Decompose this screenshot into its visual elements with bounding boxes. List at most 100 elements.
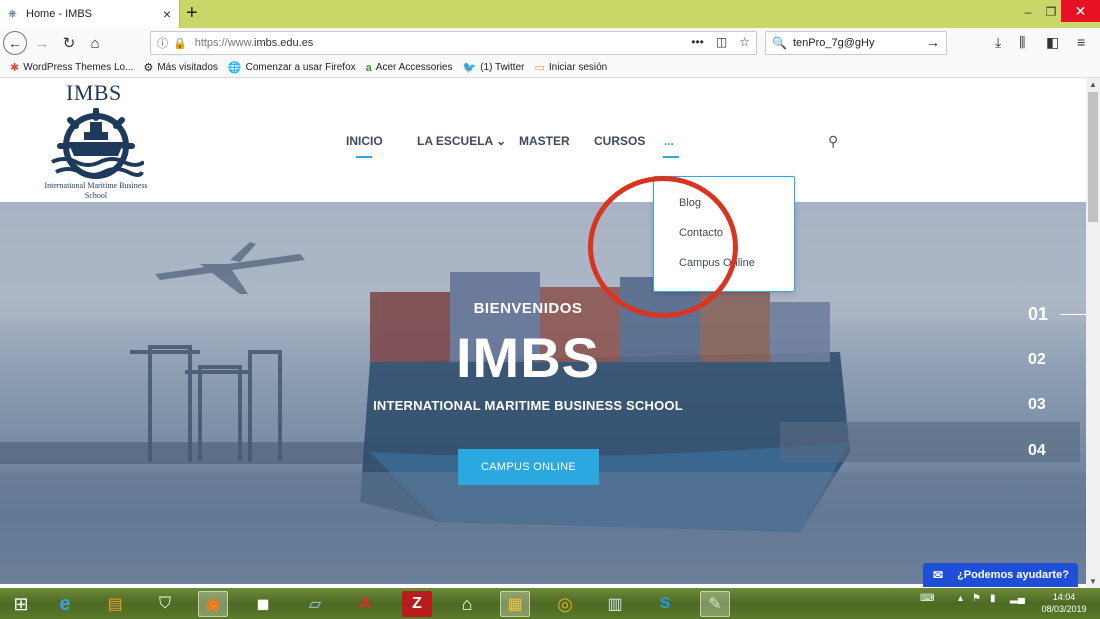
home-app-icon[interactable]: ⌂ [452, 591, 482, 617]
menu-inicio[interactable]: INICIO [346, 134, 383, 148]
info-icon[interactable]: ⓘ [157, 35, 168, 51]
chat-label: ¿Podemos ayudarte? [957, 569, 1069, 581]
windows-start-icon[interactable]: ⊞ [6, 591, 36, 617]
address-bar[interactable]: ⓘ 🔒 https://www.imbs.edu.es ••• ◫ ☆ [150, 31, 757, 55]
library-icon[interactable]: ⫼ [1019, 34, 1025, 51]
close-window-button[interactable]: ✕ [1061, 0, 1100, 22]
search-go-icon[interactable]: → [926, 34, 940, 50]
tray-expand-icon[interactable]: ▴ [958, 593, 963, 604]
hero-subtitle: INTERNATIONAL MARITIME BUSINESS SCHOOL [373, 398, 683, 413]
bookmarks-bar: ✱ WordPress Themes Lo... ⚙ Más visitados 🌐… [0, 58, 1100, 78]
globe-icon: 🌐 [227, 62, 242, 74]
tab-close-icon[interactable]: × [163, 6, 171, 22]
bookmark-twitter[interactable]: 🐦 (1) Twitter [462, 61, 524, 74]
site-logo-text[interactable]: IMBS [66, 80, 122, 106]
keyboard-icon[interactable]: ⌨ [920, 593, 934, 604]
browser-tab[interactable]: ⎈ Home - IMBS × [0, 0, 180, 28]
clock-date: 08/03/2019 [1041, 604, 1087, 614]
slide-indicator-2[interactable]: 02 [1028, 351, 1046, 369]
sidebar-icon[interactable]: ◧ [1046, 34, 1059, 51]
hero-slider: BIENVENIDOS IMBS INTERNATIONAL MARITIME … [0, 202, 1086, 584]
menu-icon[interactable]: ≡ [1077, 34, 1085, 50]
dropdown-item-contacto[interactable]: Contacto [679, 227, 723, 239]
dropdown-item-blog[interactable]: Blog [679, 197, 701, 209]
home-icon[interactable]: ⌂ [84, 32, 106, 54]
bookmark-firefox[interactable]: 🌐 Comenzar a usar Firefox [228, 61, 356, 74]
bookmark-mas-visitados[interactable]: ⚙ Más visitados [143, 61, 217, 74]
shield-icon[interactable]: ⛉ [150, 591, 180, 617]
slide-indicator-1[interactable]: 01 [1028, 304, 1048, 325]
menu-la-escuela[interactable]: LA ESCUELA ⌄ [417, 134, 506, 148]
chevron-down-icon: ⌄ [496, 134, 507, 148]
pocket-icon[interactable]: ◫ [716, 35, 727, 49]
windows-taskbar: ⊞ e ▤ ⛉ ◉ ◼ ▱ A Z ⌂ ▦ ◎ ▥ S ✎ ⌨ ▴ ⚑ ▮ ▂▄ [0, 588, 1100, 619]
camera-icon[interactable]: ◼ [248, 591, 278, 617]
twitter-icon: 🐦 [462, 62, 477, 74]
slide-indicator-4[interactable]: 04 [1028, 442, 1046, 460]
navigation-toolbar: ← → ↻ ⌂ ⓘ 🔒 https://www.imbs.edu.es ••• … [0, 28, 1100, 58]
acer-icon: a [365, 61, 372, 74]
menu-more[interactable]: ... [662, 134, 680, 158]
flag-icon[interactable]: ⚑ [972, 593, 981, 604]
bookmark-wordpress[interactable]: ✱ WordPress Themes Lo... [10, 61, 133, 74]
vertical-scrollbar[interactable]: ▲ ▼ [1086, 78, 1100, 588]
firefox-icon[interactable]: ◉ [198, 591, 228, 617]
site-logo-subtitle: International Maritime Business School [44, 181, 148, 200]
page-actions-icon[interactable]: ••• [691, 35, 704, 49]
skype-icon[interactable]: S [650, 591, 680, 617]
dropdown-item-campus-online[interactable]: Campus Online [679, 257, 755, 269]
search-icon: 🔍 [772, 36, 787, 50]
scrollbar-thumb[interactable] [1088, 92, 1098, 222]
chat-widget-button[interactable]: ✉ ¿Podemos ayudarte? [923, 563, 1078, 587]
chrome-icon[interactable]: ◎ [550, 591, 580, 617]
site-favicon-icon: ⎈ [8, 8, 17, 20]
menu-la-escuela-label: LA ESCUELA [417, 134, 493, 148]
calculator-icon[interactable]: ▥ [600, 591, 630, 617]
gear-icon: ⚙ [143, 62, 154, 74]
pen-app-icon[interactable]: ✎ [700, 591, 730, 617]
reload-icon[interactable]: ↻ [58, 32, 80, 54]
search-input[interactable]: 🔍 tenPro_7g@gHy → [765, 31, 947, 55]
hero-overlay [0, 202, 1086, 584]
campus-online-button[interactable]: CAMPUS ONLINE [458, 449, 599, 485]
slide-active-line [1060, 314, 1086, 315]
battery-icon[interactable]: ▮ [990, 593, 996, 604]
internet-explorer-icon[interactable]: e [50, 591, 80, 617]
bookmark-acer[interactable]: a Acer Accessories [366, 62, 453, 74]
hero-welcome: BIENVENIDOS [473, 300, 583, 317]
tab-strip: ⎈ Home - IMBS × + ‒ ❐ ✕ [0, 0, 1100, 28]
web-page: IMBS International Maritime Business Sch… [0, 78, 1086, 584]
downloads-icon[interactable]: ⤓ [995, 34, 1001, 51]
tab-title: Home - IMBS [26, 8, 93, 20]
more-dropdown-menu: Blog Contacto Campus Online [653, 176, 795, 292]
slide-indicator-3[interactable]: 03 [1028, 396, 1046, 414]
new-tab-button[interactable]: + [186, 3, 198, 23]
taskbar-clock[interactable]: 14:04 08/03/2019 [1036, 591, 1092, 615]
files-icon[interactable]: ▱ [300, 591, 330, 617]
maximize-button[interactable]: ❐ [1041, 0, 1061, 24]
folder-icon: ▭ [534, 62, 545, 74]
file-explorer-icon[interactable]: ▦ [500, 591, 530, 617]
url-text: https://www.imbs.edu.es [194, 37, 314, 49]
menu-master[interactable]: MASTER [519, 134, 570, 148]
filezilla-icon[interactable]: Z [402, 591, 432, 617]
wordpress-icon: ✱ [10, 62, 20, 74]
bookmark-star-icon[interactable]: ☆ [739, 35, 750, 49]
back-icon[interactable]: ← [3, 31, 27, 55]
scroll-down-icon[interactable]: ▼ [1089, 577, 1097, 586]
clock-time: 14:04 [1052, 592, 1076, 602]
hero-title: IMBS [456, 326, 600, 389]
scroll-up-icon[interactable]: ▲ [1089, 80, 1097, 89]
envelope-icon: ✉ [933, 568, 944, 582]
ship-wheel-logo-icon[interactable] [48, 108, 144, 182]
search-value: tenPro_7g@gHy [792, 37, 875, 49]
notes-app-icon[interactable]: ▤ [100, 591, 130, 617]
lock-icon: 🔒 [173, 37, 187, 50]
acrobat-icon[interactable]: A [350, 591, 380, 617]
forward-icon[interactable]: → [31, 32, 53, 54]
site-search-icon[interactable]: ⚲ [828, 133, 838, 150]
bookmark-iniciar-sesion[interactable]: ▭ Iniciar sesión [534, 61, 607, 74]
minimize-button[interactable]: ‒ [1015, 0, 1041, 24]
network-icon[interactable]: ▂▄ [1010, 593, 1025, 604]
menu-cursos[interactable]: CURSOS [594, 134, 645, 148]
